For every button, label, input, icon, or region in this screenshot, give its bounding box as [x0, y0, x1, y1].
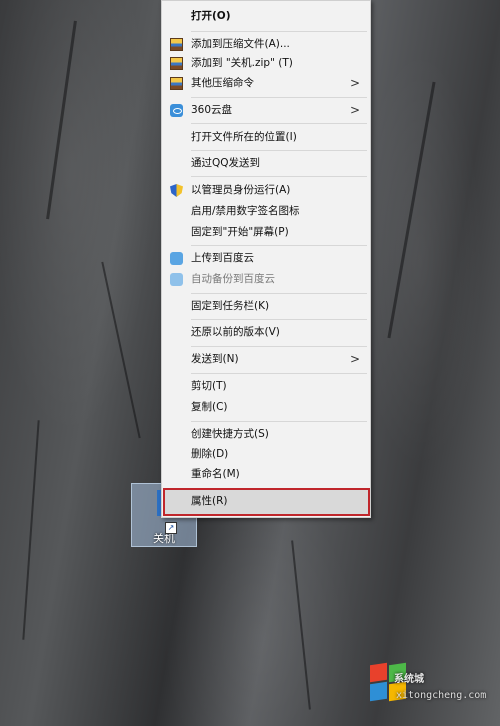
menu-item-delete[interactable]: 删除(D): [162, 444, 370, 465]
menu-separator: [191, 421, 367, 422]
menu-separator: [191, 97, 367, 98]
menu-item-properties[interactable]: 属性(R): [163, 488, 370, 516]
menu-item-open[interactable]: 打开(O): [162, 6, 370, 27]
menu-item-restore-previous-versions[interactable]: 还原以前的版本(V): [162, 322, 370, 343]
winrar-icon: [170, 77, 183, 90]
uac-shield-icon: [170, 184, 183, 197]
watermark-url: xitongcheng.com: [396, 690, 487, 701]
menu-item-upload-baidu[interactable]: 上传到百度云: [162, 248, 370, 269]
menu-item-open-file-location[interactable]: 打开文件所在的位置(I): [162, 127, 370, 148]
menu-separator: [191, 123, 367, 124]
menu-item-pin-to-taskbar[interactable]: 固定到任务栏(K): [162, 296, 370, 317]
menu-separator: [191, 319, 367, 320]
menu-item-cut[interactable]: 剪切(T): [162, 376, 370, 397]
rock-crack: [101, 261, 141, 439]
menu-item-add-to-zip[interactable]: 添加到 "关机.zip" (T): [162, 53, 370, 74]
menu-separator: [191, 245, 367, 246]
menu-separator: [191, 176, 367, 177]
menu-item-pin-to-start[interactable]: 固定到"开始"屏幕(P): [162, 222, 370, 243]
menu-separator: [191, 150, 367, 151]
menu-separator: [191, 31, 367, 32]
360-cloud-icon: [170, 104, 183, 117]
site-watermark: 系统城 xitongcheng.com: [364, 650, 494, 720]
menu-separator: [191, 293, 367, 294]
rock-crack: [291, 540, 311, 710]
menu-item-toggle-signature-icon[interactable]: 启用/禁用数字签名图标: [162, 201, 370, 222]
menu-separator: [191, 346, 367, 347]
menu-item-other-compress[interactable]: 其他压缩命令 >: [162, 73, 370, 94]
menu-item-auto-backup-baidu[interactable]: 自动备份到百度云: [162, 269, 370, 290]
winrar-icon: [170, 57, 183, 70]
submenu-arrow-icon: >: [349, 103, 360, 117]
submenu-arrow-icon: >: [349, 352, 360, 366]
winrar-icon: [170, 38, 183, 51]
menu-item-send-to[interactable]: 发送到(N) >: [162, 349, 370, 370]
menu-item-properties-row: 属性(R): [191, 495, 228, 507]
submenu-arrow-icon: >: [349, 76, 360, 90]
shortcut-arrow-icon: ↗: [165, 522, 177, 534]
rock-crack: [22, 420, 40, 640]
baidu-cloud-icon: [170, 273, 183, 286]
menu-item-add-to-archive[interactable]: 添加到压缩文件(A)...: [162, 34, 370, 55]
menu-item-copy[interactable]: 复制(C): [162, 397, 370, 418]
menu-item-rename[interactable]: 重命名(M): [162, 464, 370, 485]
context-menu: 打开(O) 添加到压缩文件(A)... 添加到 "关机.zip" (T) 其他压…: [161, 0, 371, 518]
menu-item-360-cloud[interactable]: 360云盘 >: [162, 100, 370, 121]
rock-crack: [387, 81, 436, 339]
menu-separator: [191, 373, 367, 374]
watermark-title: 系统城: [394, 674, 424, 685]
baidu-cloud-icon: [170, 252, 183, 265]
menu-item-create-shortcut[interactable]: 创建快捷方式(S): [162, 424, 370, 445]
menu-item-send-via-qq[interactable]: 通过QQ发送到: [162, 153, 370, 174]
menu-item-run-as-admin[interactable]: 以管理员身份运行(A): [162, 180, 370, 201]
rock-crack: [46, 20, 77, 220]
